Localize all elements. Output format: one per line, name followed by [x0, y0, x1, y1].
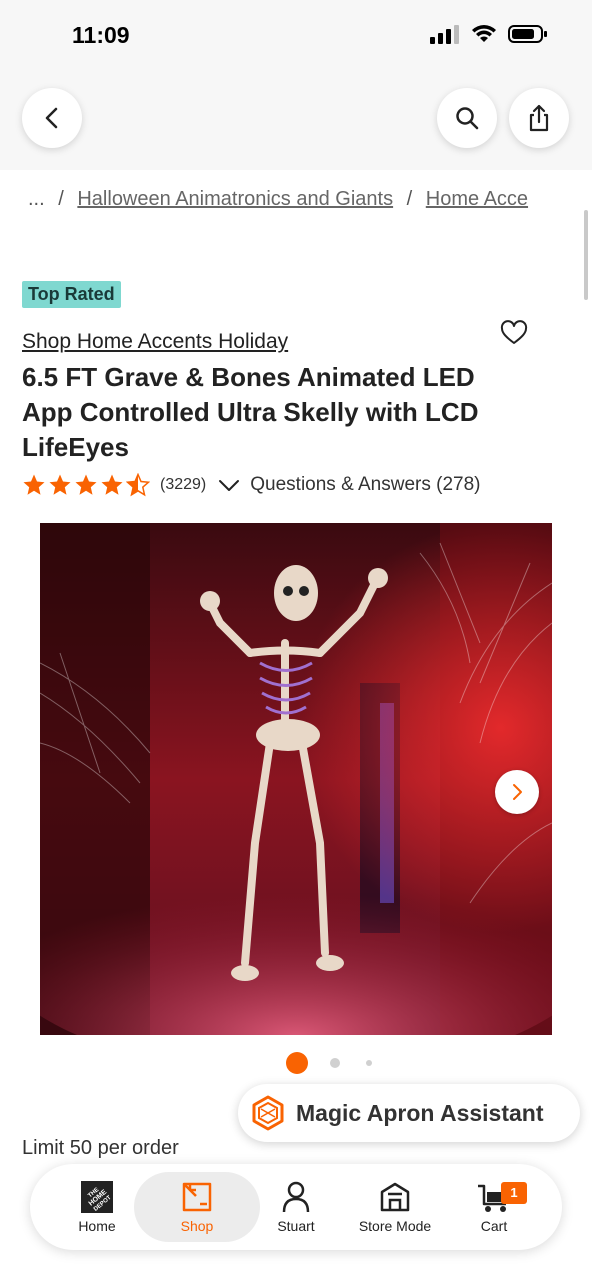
breadcrumb-separator: / [406, 188, 413, 210]
brand-link[interactable]: Shop Home Accents Holiday [22, 330, 288, 354]
person-icon [282, 1181, 310, 1213]
breadcrumb-separator: / [58, 188, 64, 210]
breadcrumb-link-halloween-animatronics[interactable]: Halloween Animatronics and Giants [77, 188, 393, 210]
breadcrumb-link-home-accents[interactable]: Home Acce [426, 188, 528, 210]
magic-apron-hexagon-icon [252, 1095, 284, 1131]
bottom-nav: THE HOME DEPOT Home Shop Stuart Store Mo… [30, 1164, 562, 1250]
star-rating[interactable] [22, 473, 150, 497]
nav-label-store-mode: Store Mode [358, 1218, 432, 1234]
breadcrumb-ellipsis[interactable]: ... [28, 188, 45, 210]
search-icon [456, 107, 479, 130]
nav-label-home: Home [78, 1218, 116, 1234]
skeleton-product-photo [40, 523, 552, 1035]
favorite-button[interactable] [500, 320, 528, 351]
status-time: 11:09 [72, 22, 130, 48]
star-icon [75, 474, 97, 495]
magic-apron-label: Magic Apron Assistant [296, 1099, 544, 1126]
back-button[interactable] [22, 88, 82, 148]
rating-row: (3229) Questions & Answers (278) [22, 470, 480, 500]
gallery-pagination [286, 1052, 372, 1074]
shop-icon [182, 1182, 212, 1212]
share-icon [529, 104, 549, 132]
heart-icon [500, 320, 528, 344]
nav-item-store-mode[interactable]: Store Mode [340, 1172, 450, 1242]
cart-count-badge: 1 [501, 1182, 527, 1204]
share-button[interactable] [509, 88, 569, 148]
header [0, 70, 592, 170]
gallery-dot-active[interactable] [286, 1052, 308, 1074]
gallery-dot[interactable] [330, 1058, 340, 1068]
nav-label-cart: Cart [480, 1218, 508, 1234]
breadcrumb: ... / Halloween Animatronics and Giants … [28, 188, 573, 218]
wifi-icon [472, 25, 496, 42]
half-star-icon [126, 473, 150, 497]
search-button[interactable] [437, 88, 497, 148]
next-image-button[interactable] [495, 770, 539, 814]
nav-label-shop: Shop [180, 1218, 214, 1234]
chevron-left-icon [45, 107, 58, 129]
product-image[interactable] [40, 523, 552, 1035]
product-title: 6.5 FT Grave & Bones Animated LED App Co… [22, 362, 479, 462]
status-bar: 11:09 [0, 0, 592, 70]
nav-item-account[interactable]: Stuart [241, 1172, 351, 1242]
gallery-dot[interactable] [366, 1060, 372, 1066]
page-scrollbar[interactable] [584, 210, 588, 300]
star-icon [23, 474, 45, 495]
signal-icon [430, 25, 459, 44]
order-limit-text: Limit 50 per order [22, 1137, 179, 1159]
questions-answers-link[interactable]: Questions & Answers (278) [250, 474, 480, 496]
review-count[interactable]: (3229) [160, 476, 206, 494]
home-depot-logo-icon: THE HOME DEPOT [81, 1181, 113, 1213]
battery-icon [508, 25, 547, 43]
nav-label-account: Stuart [277, 1218, 315, 1234]
status-icons [430, 24, 548, 44]
magic-apron-assistant-button[interactable]: Magic Apron Assistant [238, 1084, 580, 1142]
chevron-down-icon[interactable] [216, 475, 242, 495]
nav-item-cart[interactable]: Cart 1 [439, 1172, 549, 1242]
chevron-right-icon [513, 784, 522, 800]
top-rated-badge: Top Rated [22, 281, 121, 308]
star-icon [49, 474, 71, 495]
star-icon [101, 474, 123, 495]
store-icon [380, 1182, 410, 1212]
